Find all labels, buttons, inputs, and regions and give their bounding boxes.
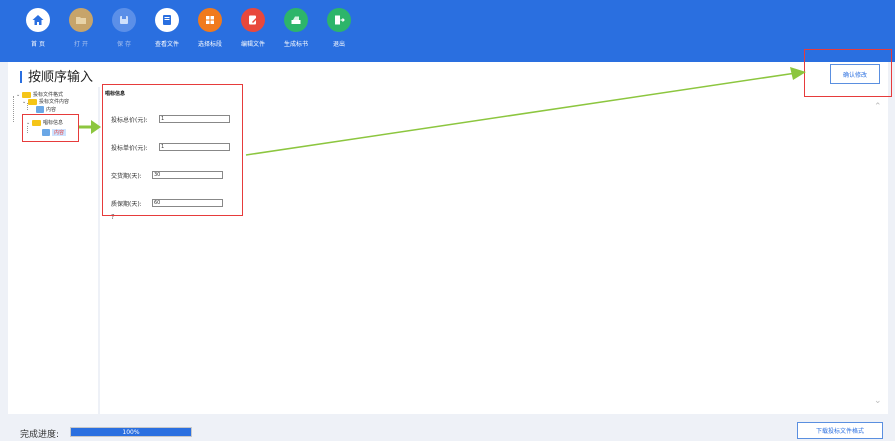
toolbar-exit-button[interactable]: 退出: [317, 8, 361, 56]
home-icon: [26, 8, 50, 32]
exit-icon: [327, 8, 351, 32]
progress-text: 100%: [122, 428, 140, 436]
edit-file-icon: [241, 8, 265, 32]
progress-label: 完成进度:: [20, 430, 60, 440]
toolbar-exit-label: 退出: [332, 41, 345, 48]
folder-icon: [28, 98, 37, 105]
tree-node-label: 内容: [46, 107, 57, 113]
grid-icon: [198, 8, 222, 32]
scroll-down-icon[interactable]: ⌄: [874, 396, 882, 406]
download-format-button[interactable]: 下载投标文件格式: [797, 422, 883, 439]
file-view-icon: [155, 8, 179, 32]
annotation-box: [804, 49, 892, 97]
toolbar-home-button[interactable]: 首 页: [16, 8, 60, 56]
generate-icon: [284, 8, 308, 32]
document-icon: [36, 106, 44, 113]
tree-connector: [13, 96, 14, 122]
tree-node[interactable]: 内容: [36, 105, 56, 114]
title-accent-bar: [20, 71, 22, 83]
save-icon: [112, 8, 136, 32]
toolbar-save-button[interactable]: 保 存: [102, 8, 146, 56]
progress-bar: 100%: [70, 427, 192, 437]
toolbar-select-section-button[interactable]: 选择标段: [188, 8, 232, 56]
annotation-box: [22, 114, 79, 142]
annotation-box: [102, 84, 243, 216]
scroll-up-icon[interactable]: ⌃: [874, 102, 882, 112]
page-title: 按顺序输入: [28, 70, 94, 85]
toolbar: 首 页 打 开 保 存 查看文件 选择标段 编辑文件 生成标书 退出: [0, 0, 895, 62]
tree-node-label: 投标文件内容: [39, 99, 70, 105]
toolbar-generate-bid-button[interactable]: 生成标书: [274, 8, 318, 56]
toolbar-open-button[interactable]: 打 开: [59, 8, 103, 56]
toolbar-view-file-button[interactable]: 查看文件: [145, 8, 189, 56]
folder-icon: [69, 8, 93, 32]
toolbar-edit-file-button[interactable]: 编辑文件: [231, 8, 275, 56]
